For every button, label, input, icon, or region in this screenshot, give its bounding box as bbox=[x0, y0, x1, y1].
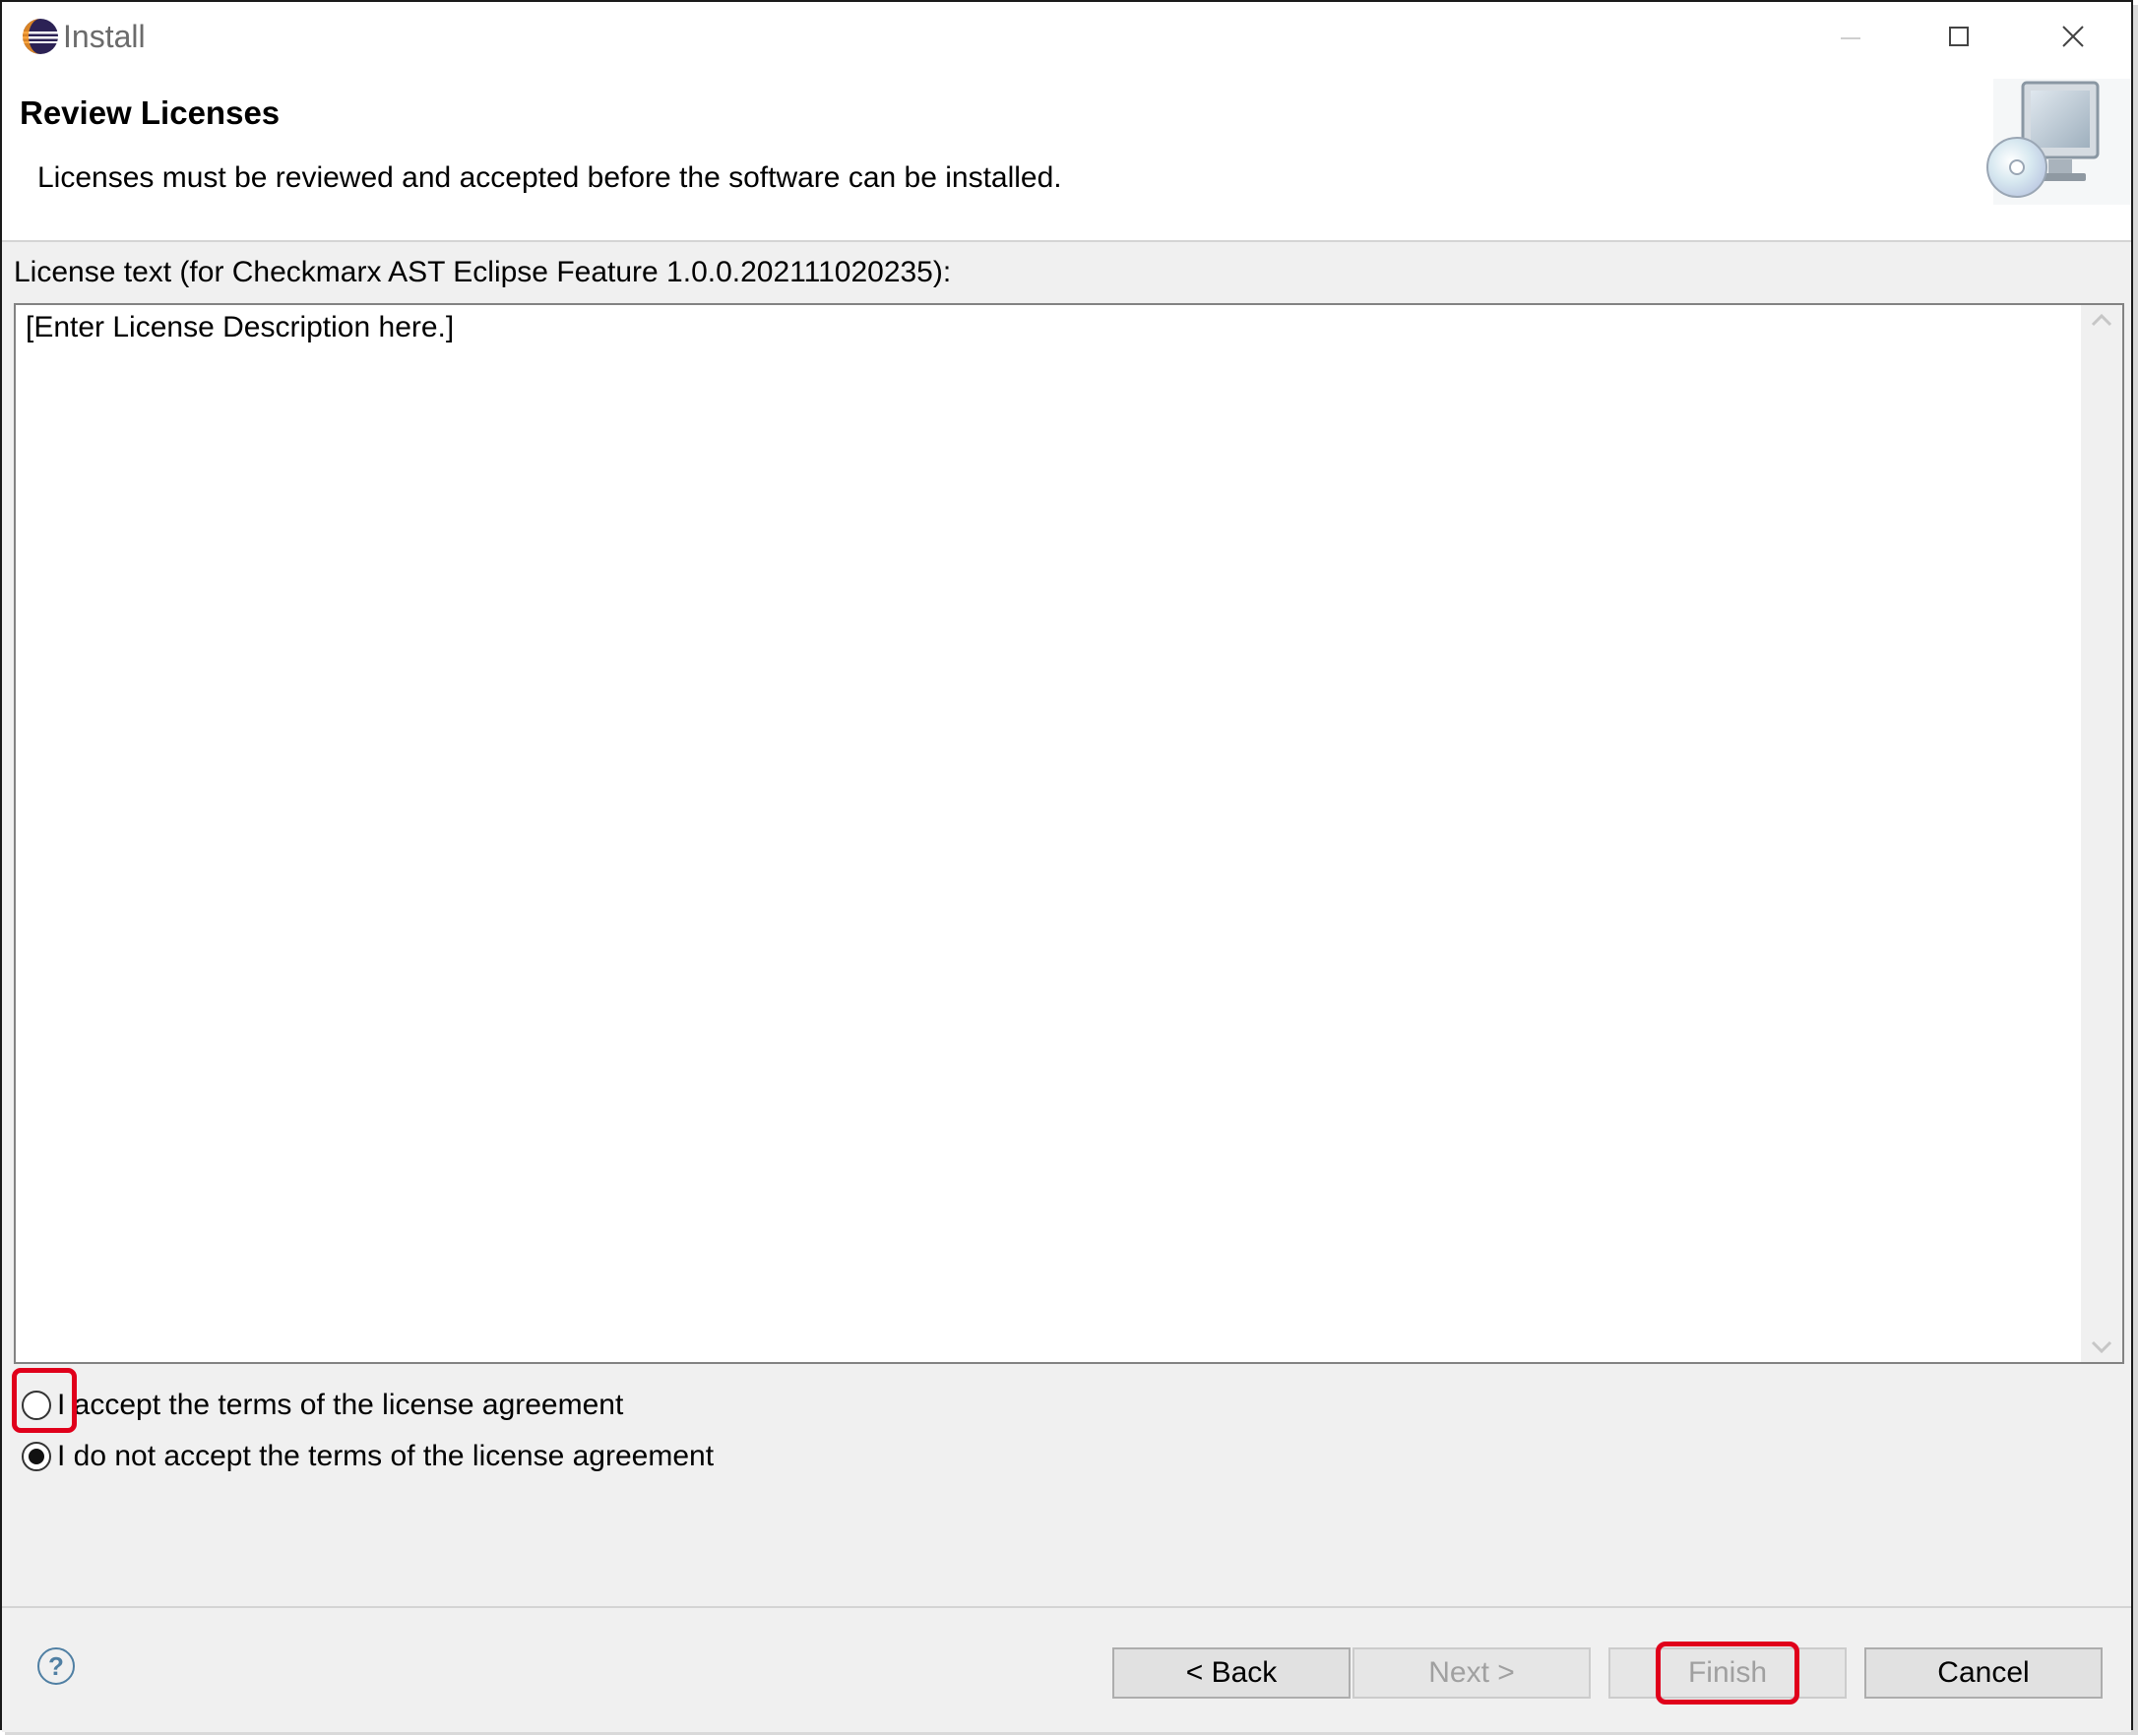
maximize-icon bbox=[1949, 27, 1969, 46]
next-button[interactable]: Next > bbox=[1353, 1647, 1591, 1699]
install-wizard-graphic-icon bbox=[1986, 79, 2131, 205]
wizard-header: Review Licenses Licenses must be reviewe… bbox=[2, 71, 2131, 242]
install-dialog: Install Review Licenses Licenses must be… bbox=[0, 0, 2133, 1732]
eclipse-icon bbox=[23, 19, 58, 54]
help-icon: ? bbox=[48, 1650, 64, 1681]
cancel-button[interactable]: Cancel bbox=[1864, 1647, 2103, 1699]
window-title: Install bbox=[63, 19, 146, 54]
page-description: Licenses must be reviewed and accepted b… bbox=[37, 161, 1062, 194]
title-bar[interactable]: Install bbox=[2, 2, 2131, 71]
license-text-label: License text (for Checkmarx AST Eclipse … bbox=[14, 256, 952, 288]
accept-radio-highlight bbox=[12, 1368, 77, 1433]
help-button[interactable]: ? bbox=[37, 1647, 75, 1685]
wizard-content: License text (for Checkmarx AST Eclipse … bbox=[2, 242, 2131, 1606]
minimize-icon bbox=[1841, 37, 1860, 39]
accept-label: I accept the terms of the license agreem… bbox=[57, 1389, 624, 1421]
decline-radio[interactable] bbox=[22, 1442, 51, 1471]
scroll-up-icon[interactable] bbox=[2089, 311, 2114, 331]
page-title: Review Licenses bbox=[20, 94, 281, 131]
license-text-area[interactable]: [Enter License Description here.] bbox=[14, 303, 2124, 1364]
minimize-button[interactable] bbox=[1811, 10, 1890, 63]
maximize-button[interactable] bbox=[1919, 10, 1998, 63]
decline-license-option[interactable]: I do not accept the terms of the license… bbox=[22, 1435, 714, 1478]
license-scrollbar[interactable] bbox=[2081, 305, 2122, 1362]
scroll-down-icon[interactable] bbox=[2089, 1336, 2114, 1356]
close-icon bbox=[2062, 26, 2084, 47]
license-text: [Enter License Description here.] bbox=[26, 311, 455, 343]
decline-label: I do not accept the terms of the license… bbox=[57, 1440, 715, 1472]
back-button[interactable]: < Back bbox=[1112, 1647, 1351, 1699]
finish-button-highlight bbox=[1656, 1642, 1799, 1705]
close-button[interactable] bbox=[2034, 10, 2112, 63]
accept-license-option[interactable]: I accept the terms of the license agreem… bbox=[22, 1384, 623, 1427]
wizard-footer: ? < Back Next > Finish Cancel bbox=[2, 1606, 2131, 1732]
